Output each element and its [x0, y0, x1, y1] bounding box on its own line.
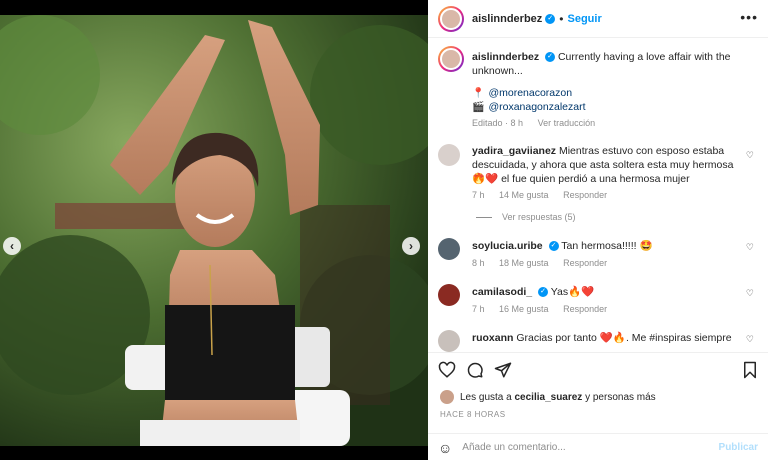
comments-list[interactable]: aislinnderbez ✓ Currently having a love …: [428, 38, 768, 352]
emoji-smiley-icon[interactable]: ☺: [438, 440, 452, 456]
comment-bubble-icon[interactable]: [466, 361, 484, 379]
location-pin-icon: 📍: [472, 88, 485, 99]
comment-body: Yas🔥❤️: [550, 286, 595, 298]
comment-meta: 8 h 18 Me gusta Responder: [472, 258, 619, 268]
save-bookmark-icon[interactable]: [742, 361, 758, 379]
likes-suffix[interactable]: y personas más: [582, 392, 656, 403]
next-photo-button[interactable]: ›: [402, 237, 420, 255]
follow-button[interactable]: Seguir: [568, 13, 602, 25]
caption-avatar[interactable]: [438, 46, 464, 72]
media-top-bar: [0, 0, 428, 15]
comment-meta: 7 h 14 Me gusta Responder: [472, 190, 619, 200]
like-comment-heart-icon[interactable]: ♡: [746, 150, 754, 161]
commenter-avatar[interactable]: [438, 284, 460, 306]
comment-time: 8 h: [472, 258, 485, 268]
caption-username[interactable]: aislinnderbez: [472, 51, 539, 63]
post-photo[interactable]: ‹ ›: [0, 15, 428, 446]
share-paper-plane-icon[interactable]: [494, 361, 512, 379]
comment-time: 7 h: [472, 190, 485, 200]
like-heart-icon[interactable]: [438, 361, 456, 379]
like-comment-heart-icon[interactable]: ♡: [746, 288, 754, 299]
commenter-username[interactable]: ruoxann: [472, 332, 513, 344]
post-header: aislinnderbez ✓ • Seguir •••: [428, 0, 768, 38]
comment-likes[interactable]: 18 Me gusta: [499, 258, 549, 268]
add-comment-bar: ☺ Añade un comentario... Publicar: [428, 433, 768, 460]
commenter-verified-icon: ✓: [538, 287, 549, 298]
credit-photo-line: 🎬 @roxanagonzalezart: [472, 100, 748, 115]
like-comment-heart-icon[interactable]: ♡: [746, 334, 754, 345]
verified-badge-icon: ✓: [545, 13, 556, 24]
comment-text: soylucia.uribe ✓ Tan hermosa!!!!! 🤩: [472, 239, 748, 253]
post-actions: Les gusta a cecilia_suarez y personas má…: [428, 352, 768, 460]
instagram-post-modal: ‹ › aislinnderbez ✓ • Seguir ••• aislinn…: [0, 0, 768, 460]
comment-meta: 7 h 16 Me gusta Responder: [472, 304, 619, 314]
separator-dot: •: [559, 11, 564, 26]
like-comment-heart-icon[interactable]: ♡: [746, 242, 754, 253]
caption-edited: Editado · 8 h: [472, 118, 524, 128]
reply-button[interactable]: Responder: [563, 304, 607, 314]
previous-photo-button[interactable]: ‹: [3, 237, 21, 255]
camera-icon: 🎬: [472, 102, 485, 113]
liker-avatar[interactable]: [440, 390, 454, 404]
likes-user[interactable]: cecilia_suarez: [514, 392, 582, 403]
commenter-avatar[interactable]: [438, 330, 460, 352]
author-avatar[interactable]: [438, 5, 464, 32]
caption-verified-icon: ✓: [545, 52, 556, 63]
commenter-avatar[interactable]: [438, 144, 460, 166]
comment-time: 7 h: [472, 304, 485, 314]
comment-text-continued: 🔥❤️ el fue quien perdió a una hermosa mu…: [472, 173, 690, 185]
publish-button[interactable]: Publicar: [719, 442, 758, 453]
caption-text: aislinnderbez ✓ Currently having a love …: [472, 50, 748, 78]
reply-button[interactable]: Responder: [563, 258, 607, 268]
likes-prefix: Les gusta a: [460, 391, 515, 403]
comment-likes[interactable]: 16 Me gusta: [499, 304, 549, 314]
photo-illustration: [0, 15, 428, 446]
credit-photo-link[interactable]: @roxanagonzalezart: [488, 101, 585, 113]
commenter-username[interactable]: yadira_gaviianez: [472, 145, 556, 157]
credit-location-line: 📍 @morenacorazon: [472, 86, 748, 101]
comment-likes[interactable]: 14 Me gusta: [499, 190, 549, 200]
see-translation-link[interactable]: Ver traducción: [538, 118, 596, 128]
comment-body: Tan hermosa!!!!! 🤩: [561, 240, 653, 252]
commenter-username[interactable]: camilasodi_: [472, 286, 532, 298]
reply-button[interactable]: Responder: [563, 190, 607, 200]
credit-location-link[interactable]: @morenacorazon: [488, 87, 572, 99]
commenter-avatar[interactable]: [438, 238, 460, 260]
comment-input[interactable]: Añade un comentario...: [462, 442, 718, 453]
more-options-icon[interactable]: •••: [740, 9, 758, 25]
comment-body: Gracias por tanto ❤️🔥. Me #inspiras siem…: [516, 332, 732, 344]
author-username[interactable]: aislinnderbez: [472, 13, 542, 25]
view-replies-button[interactable]: Ver respuestas (5): [476, 212, 576, 222]
likes-summary: Les gusta a cecilia_suarez y personas má…: [440, 390, 656, 404]
commenter-username[interactable]: soylucia.uribe: [472, 240, 543, 252]
posted-time[interactable]: HACE 8 HORAS: [440, 410, 506, 419]
action-icons: [438, 361, 758, 381]
commenter-verified-icon: ✓: [548, 241, 559, 252]
comment-text: camilasodi_ ✓ Yas🔥❤️: [472, 285, 748, 299]
caption-meta: Editado · 8 h Ver traducción: [472, 118, 607, 128]
post-side-panel: aislinnderbez ✓ • Seguir ••• aislinnderb…: [428, 0, 768, 460]
media-bottom-bar: [0, 446, 428, 460]
comment-text: ruoxann Gracias por tanto ❤️🔥. Me #inspi…: [472, 331, 748, 345]
